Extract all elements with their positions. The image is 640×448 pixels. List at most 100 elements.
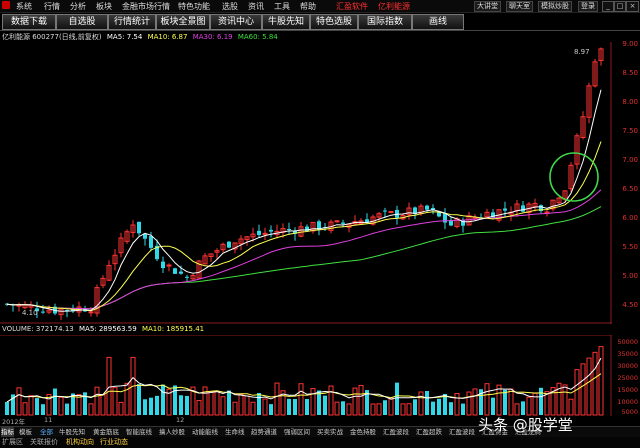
high-price-label: 8.97 — [574, 48, 590, 56]
volume-tick: 10000 — [617, 398, 638, 406]
status-bar: 扩展区 关联报价 机构动向 行业动态 — [0, 437, 640, 448]
menu-system[interactable]: 系统 — [16, 1, 32, 12]
volume-bar — [491, 397, 495, 415]
menu-tools[interactable]: 工具 — [274, 1, 290, 12]
price-tick: 5.00 — [622, 272, 638, 280]
tab-huiying-band[interactable]: 汇盈波段 — [383, 427, 409, 437]
candlestick-chart[interactable]: 8.97 4.10 — [0, 42, 612, 324]
tab-huiying-band-2[interactable]: 汇盈波段 — [449, 427, 475, 437]
tab-industry-news[interactable]: 行业动态 — [100, 437, 128, 448]
tab-indicator[interactable]: 指标 — [1, 427, 14, 437]
tab-strength-range[interactable]: 强弱区间 — [284, 427, 310, 437]
bull-stock-prophet-button[interactable]: 牛股先知 — [262, 14, 310, 30]
volume-bar — [323, 395, 327, 415]
volume-ma10: MA10: 185915.41 — [141, 325, 205, 333]
tab-trading-combat[interactable]: 买卖实战 — [317, 427, 343, 437]
volume-tick: 50000 — [617, 338, 638, 346]
menu-financial-market[interactable]: 金融市场行情 — [122, 1, 170, 12]
menu-sector[interactable]: 板块 — [96, 1, 112, 12]
menu-help[interactable]: 帮助 — [300, 1, 316, 12]
candle-body — [88, 311, 94, 314]
candle-body — [425, 205, 429, 210]
volume-bar — [227, 390, 231, 415]
brand-name: 汇盈软件 — [336, 2, 368, 11]
tab-huiying-oversold[interactable]: 汇盈超跌 — [416, 427, 442, 437]
tab-gold-bottom[interactable]: 黄金筋底 — [93, 427, 119, 437]
volume-bar — [383, 400, 387, 415]
date-axis: 2012年 11 12 2 — [0, 416, 560, 426]
menu-news[interactable]: 资讯 — [248, 1, 264, 12]
volume-tick: 15000 — [617, 386, 638, 394]
volume-title: VOLUME: 372174.13 — [2, 325, 74, 333]
volume-bar — [413, 399, 417, 415]
tab-smart-bottom[interactable]: 智能底线 — [126, 427, 152, 437]
tab-catch-stock[interactable]: 擒人妙股 — [159, 427, 185, 437]
candle-body — [166, 264, 172, 267]
candle-body — [173, 268, 177, 274]
featured-picks-button[interactable]: 特色选股 — [310, 14, 358, 30]
menu-analysis[interactable]: 分析 — [70, 1, 86, 12]
candle-body — [334, 220, 340, 223]
volume-bar — [143, 399, 147, 415]
market-stats-button[interactable]: 行情统计 — [108, 14, 156, 30]
toolbar: 数据下载 自选股 行情统计 板块全景图 资讯中心 牛股先知 特色选股 国际指数 … — [0, 13, 640, 31]
price-tick: 9.00 — [622, 40, 638, 48]
ma30-value: MA30: 6.19 — [192, 33, 233, 41]
candle-body — [185, 276, 189, 278]
tab-template[interactable]: 模板 — [19, 427, 32, 437]
login-button[interactable]: 登录 — [578, 1, 598, 12]
menu-special-functions[interactable]: 特色功能 — [178, 1, 210, 12]
candle-body — [287, 228, 291, 230]
volume-bar — [173, 385, 177, 415]
tab-momentum-line[interactable]: 动能能线 — [192, 427, 218, 437]
candle-body — [521, 205, 525, 212]
tab-related-quotes[interactable]: 关联报价 — [30, 437, 58, 448]
tab-life-line[interactable]: 生命线 — [225, 427, 245, 437]
date-tick: 2012年 — [2, 418, 26, 426]
sector-panorama-button[interactable]: 板块全景图 — [156, 14, 210, 30]
candle-body — [383, 210, 387, 212]
price-tick: 6.00 — [622, 214, 638, 222]
simulated-trading-button[interactable]: 模拟炒股 — [538, 1, 572, 12]
lecture-button[interactable]: 大讲堂 — [474, 1, 501, 12]
volume-bar — [539, 387, 543, 415]
date-tick: 12 — [176, 416, 185, 424]
ma60-value: MA60: 5.84 — [237, 33, 278, 41]
menu-bar: 系统 行情 分析 板块 金融市场行情 特色功能 选股 资讯 工具 帮助 汇盈软件… — [0, 0, 640, 13]
volume-bar — [257, 392, 261, 415]
drawing-button[interactable]: 画线 — [412, 14, 464, 30]
volume-bar — [395, 382, 399, 415]
tab-institution-trends[interactable]: 机构动向 — [66, 437, 94, 448]
candle-body — [388, 210, 394, 213]
volume-chart[interactable] — [0, 335, 612, 416]
ma5-value: MA5: 7.54 — [106, 33, 143, 41]
volume-bar — [341, 401, 345, 415]
tab-bull-prophet[interactable]: 牛股先知 — [59, 427, 85, 437]
price-tick: 4.50 — [622, 301, 638, 309]
watchlist-button[interactable]: 自选股 — [56, 14, 108, 30]
tab-golden-holding[interactable]: 金色持股 — [350, 427, 376, 437]
close-icon[interactable]: × — [626, 1, 639, 12]
tab-extension-area[interactable]: 扩展区 — [2, 437, 23, 448]
menu-stock-picking[interactable]: 选股 — [222, 1, 238, 12]
date-tick: 11 — [44, 416, 53, 424]
price-axis: 9.00 8.50 8.00 7.50 7.00 6.50 6.00 5.50 … — [612, 36, 640, 326]
candle-body — [269, 229, 273, 232]
international-index-button[interactable]: 国际指数 — [358, 14, 412, 30]
menu-quotes[interactable]: 行情 — [44, 1, 60, 12]
tab-trend-channel[interactable]: 趋势通道 — [251, 427, 277, 437]
price-tick: 5.50 — [622, 243, 638, 251]
candle-body — [41, 311, 45, 313]
volume-bar — [155, 395, 159, 415]
maximize-icon[interactable]: □ — [614, 1, 626, 12]
price-tick: 7.00 — [622, 156, 638, 164]
minimize-icon[interactable]: _ — [602, 1, 614, 12]
volume-bar — [449, 402, 453, 415]
data-download-button[interactable]: 数据下载 — [2, 14, 56, 30]
chat-room-button[interactable]: 聊天室 — [506, 1, 533, 12]
news-center-button[interactable]: 资讯中心 — [210, 14, 262, 30]
volume-bar — [437, 398, 441, 415]
tab-all[interactable]: 全部 — [40, 427, 53, 437]
volume-bar — [293, 399, 297, 415]
volume-tick: 25000 — [617, 374, 638, 382]
